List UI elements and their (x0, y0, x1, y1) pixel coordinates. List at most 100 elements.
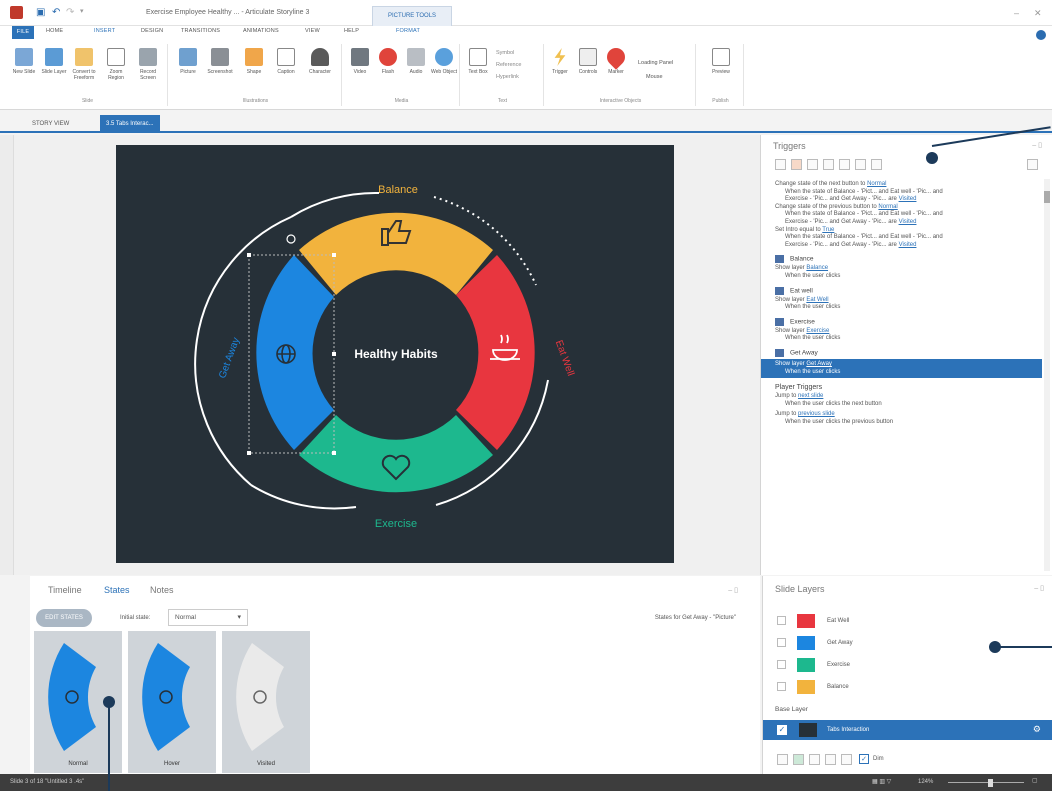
trigger-item[interactable]: Change state of the previous button to N… (761, 204, 1042, 227)
picture-tools-tab[interactable]: PICTURE TOOLS (372, 6, 452, 26)
slide-canvas[interactable]: Healthy Habits Balance Exercise Eat Well… (116, 145, 674, 563)
rotate-handle[interactable] (286, 234, 296, 244)
tab-story-view[interactable]: STORY VIEW (26, 115, 75, 133)
move-up-icon[interactable] (855, 159, 866, 170)
hyperlink-option[interactable]: Hyperlink (496, 74, 519, 80)
tab-file[interactable]: FILE (12, 26, 34, 39)
base-layer-checkbox[interactable]: ✓ (777, 725, 787, 735)
state-card-visited[interactable]: Visited (222, 631, 310, 773)
zoom-region-button[interactable]: Zoom Region (102, 48, 130, 81)
video-button[interactable]: Video (346, 48, 374, 75)
trigger-link[interactable]: True (822, 227, 834, 233)
segment-balance[interactable] (299, 212, 493, 295)
move-down-icon[interactable] (871, 159, 882, 170)
tab-insert[interactable]: INSERT (94, 28, 115, 34)
tab-current-slide[interactable]: 3.5 Tabs Interac... (100, 115, 160, 133)
tab-design[interactable]: DESIGN (141, 28, 163, 34)
redo-icon[interactable]: ↷ (66, 7, 74, 18)
trigger-item-selected[interactable]: Show layer Get Away When the user clicks (761, 358, 1042, 379)
tab-help[interactable]: HELP (344, 28, 359, 34)
panel-pin-icon[interactable]: – ▯ (728, 586, 738, 594)
new-slide-button[interactable]: New Slide (10, 48, 38, 75)
caption-button[interactable]: Caption (272, 48, 300, 75)
tab-transitions[interactable]: TRANSITIONS (181, 28, 220, 34)
picture-button[interactable]: Picture (174, 48, 202, 75)
record-screen-button[interactable]: Record Screen (134, 48, 162, 81)
fit-window-icon[interactable]: ▢ (1032, 777, 1038, 784)
trigger-item[interactable]: Jump to previous slide When the user clic… (761, 408, 1042, 426)
audio-button[interactable]: Audio (402, 48, 430, 75)
layer-row[interactable]: Eat Well (777, 614, 1037, 628)
trigger-item[interactable]: Show layer Exercise When the user clicks (761, 328, 1042, 343)
controls-button[interactable]: Controls (574, 48, 602, 75)
layer-visibility-checkbox[interactable] (777, 660, 786, 669)
panel-pin-icon[interactable]: – ▯ (1034, 584, 1044, 592)
trigger-link[interactable]: Eat Well (806, 297, 828, 303)
base-layer-row[interactable]: ✓ Tabs Interaction ⚙ (763, 720, 1052, 740)
gear-icon[interactable]: ⚙ (1033, 724, 1041, 735)
resize-handle[interactable] (247, 451, 251, 455)
layer-row[interactable]: Exercise (777, 658, 1037, 672)
trigger-item[interactable]: Show layer Eat Well When the user clicks (761, 297, 1042, 312)
segment-eat-well[interactable] (456, 255, 535, 450)
edit-states-button[interactable]: EDIT STATES (36, 609, 92, 627)
zoom-slider[interactable] (948, 782, 1024, 783)
tab-view[interactable]: VIEW (305, 28, 320, 34)
tab-timeline[interactable]: Timeline (48, 585, 82, 595)
save-icon[interactable]: ▣ (36, 7, 45, 18)
minimize-icon[interactable]: – (1014, 8, 1019, 18)
trigger-link[interactable]: Exercise (806, 328, 829, 334)
trigger-item[interactable]: Set Intro equal to True When the state o… (761, 227, 1042, 250)
left-collapsed-panel[interactable] (0, 135, 14, 575)
trigger-item[interactable]: Show layer Balance When the user clicks (761, 265, 1042, 280)
mouse-option[interactable]: Mouse (646, 74, 663, 80)
trigger-link[interactable]: Balance (806, 265, 828, 271)
dim-checkbox[interactable]: ✓ (859, 754, 869, 764)
convert-freeform-button[interactable]: Convert to Freeform (70, 48, 98, 81)
new-trigger-icon[interactable] (775, 159, 786, 170)
paste-layer-icon[interactable] (825, 754, 836, 765)
layer-visibility-checkbox[interactable] (777, 682, 786, 691)
zoom-slider-thumb[interactable] (988, 779, 993, 787)
flash-button[interactable]: Flash (374, 48, 402, 75)
trigger-link[interactable]: Visited (899, 242, 917, 248)
preview-button[interactable]: Preview (707, 48, 735, 75)
paste-trigger-icon[interactable] (823, 159, 834, 170)
undo-icon[interactable]: ↶ (52, 7, 60, 18)
segment-exercise[interactable] (299, 415, 493, 493)
symbol-option[interactable]: Symbol (496, 50, 514, 56)
web-object-button[interactable]: Web Object (430, 48, 458, 75)
help-icon[interactable] (1036, 30, 1046, 40)
tab-animations[interactable]: ANIMATIONS (243, 28, 279, 34)
initial-state-select[interactable]: Normal ▾ (168, 609, 248, 626)
duplicate-layer-icon[interactable] (793, 754, 804, 765)
resize-handle[interactable] (332, 253, 336, 257)
trigger-link[interactable]: Visited (899, 196, 917, 202)
layer-visibility-checkbox[interactable] (777, 638, 786, 647)
shape-button[interactable]: Shape (240, 48, 268, 75)
trigger-link[interactable]: Get Away (806, 361, 832, 367)
tab-notes[interactable]: Notes (150, 585, 174, 595)
edit-trigger-icon[interactable] (791, 159, 802, 170)
trigger-item[interactable]: Change state of the next button to Norma… (761, 179, 1042, 204)
layer-visibility-checkbox[interactable] (777, 616, 786, 625)
tab-states[interactable]: States (104, 585, 130, 595)
marker-button[interactable]: Marker (602, 44, 630, 75)
variables-icon[interactable] (1027, 159, 1038, 170)
delete-layer-icon[interactable] (841, 754, 852, 765)
copy-trigger-icon[interactable] (807, 159, 818, 170)
screenshot-button[interactable]: Screenshot (206, 48, 234, 75)
trigger-link[interactable]: next slide (798, 393, 823, 399)
triggers-scroll-thumb[interactable] (1044, 191, 1050, 203)
close-window-icon[interactable]: ✕ (1034, 8, 1042, 19)
customize-toolbar-icon[interactable]: ▾ (80, 7, 84, 15)
triggers-scrollbar[interactable] (1044, 179, 1050, 571)
tab-home[interactable]: HOME (46, 28, 63, 34)
trigger-link[interactable]: Normal (867, 181, 886, 187)
slide-layer-button[interactable]: Slide Layer (40, 48, 68, 75)
trigger-link[interactable]: previous slide (798, 411, 835, 417)
trigger-item[interactable]: Jump to next slide When the user clicks t… (761, 393, 1042, 408)
resize-handle[interactable] (332, 352, 336, 356)
copy-layer-icon[interactable] (809, 754, 820, 765)
tab-format[interactable]: FORMAT (396, 28, 420, 34)
